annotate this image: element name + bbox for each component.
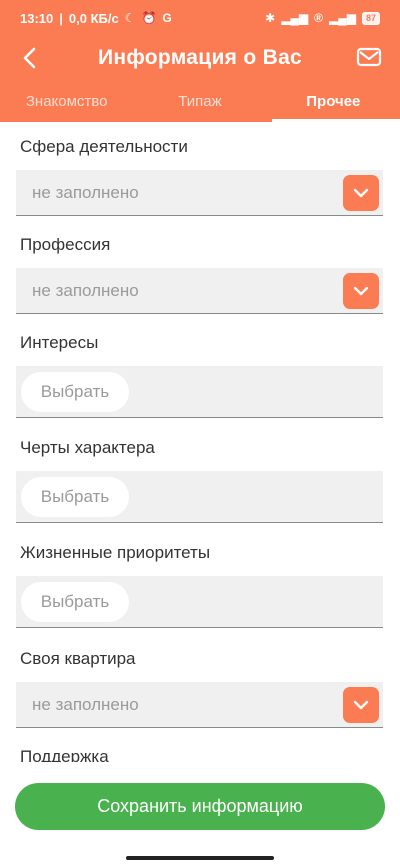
- priorities-field: Выбрать: [16, 576, 383, 628]
- tab-other[interactable]: Прочее: [267, 86, 400, 122]
- apartment-select[interactable]: не заполнено: [16, 682, 383, 728]
- profession-value: не заполнено: [32, 281, 139, 300]
- sphere-select[interactable]: не заполнено: [16, 170, 383, 216]
- chevron-down-icon: [353, 700, 369, 710]
- home-indicator[interactable]: [126, 856, 274, 860]
- profession-select[interactable]: не заполнено: [16, 268, 383, 314]
- page-title: Информация о Вас: [97, 46, 303, 69]
- bluetooth-icon: ✱: [265, 11, 276, 25]
- apartment-dropdown-button[interactable]: [343, 687, 379, 723]
- support-label: Поддержка: [20, 747, 109, 762]
- signal-icon-2: ▂▄▆: [329, 11, 356, 25]
- character-choose-button[interactable]: Выбрать: [21, 477, 129, 517]
- moon-icon: ☾: [124, 11, 136, 25]
- save-info-button[interactable]: Сохранить информацию: [15, 783, 385, 830]
- priorities-choose-button[interactable]: Выбрать: [21, 582, 129, 622]
- character-field: Выбрать: [16, 471, 383, 523]
- priorities-label: Жизненные приоритеты: [20, 543, 211, 562]
- interests-label: Интересы: [20, 333, 99, 352]
- battery-icon: 87: [361, 11, 380, 25]
- profession-label: Профессия: [20, 235, 111, 254]
- sphere-value: не заполнено: [32, 183, 139, 202]
- network-speed: 0,0 КБ/с: [68, 10, 119, 26]
- interests-field: Выбрать: [16, 366, 383, 418]
- status-divider: |: [59, 10, 63, 26]
- title-bar: Информация о Вас: [0, 36, 400, 80]
- apartment-value: не заполнено: [32, 695, 139, 714]
- apartment-label: Своя квартира: [20, 649, 136, 668]
- profession-dropdown-button[interactable]: [343, 273, 379, 309]
- tab-acquaintance[interactable]: Знакомство: [0, 86, 133, 122]
- signal-icon: ▂▄▆: [281, 11, 309, 25]
- character-label: Черты характера: [20, 438, 155, 457]
- bottom-bar: Сохранить информацию: [0, 766, 400, 866]
- registered-icon: ®: [314, 11, 324, 25]
- interests-choose-button[interactable]: Выбрать: [21, 372, 129, 412]
- sphere-dropdown-button[interactable]: [343, 175, 379, 211]
- g-icon: G: [162, 11, 172, 25]
- chevron-down-icon: [353, 286, 369, 296]
- chevron-left-icon: [23, 47, 36, 69]
- mail-button[interactable]: [356, 46, 384, 70]
- tab-bar: Знакомство Типаж Прочее: [0, 86, 400, 122]
- sphere-label: Сфера деятельности: [20, 137, 188, 156]
- alarm-icon: ⏰: [141, 11, 157, 25]
- chevron-down-icon: [353, 188, 369, 198]
- status-bar: 13:10 | 0,0 КБ/с ☾ ⏰ G ✱ ▂▄▆ ® ▂▄▆ 87: [0, 0, 400, 36]
- status-time: 13:10: [20, 10, 54, 26]
- tab-type[interactable]: Типаж: [133, 86, 266, 122]
- form-content[interactable]: Сфера деятельности не заполнено Професси…: [0, 122, 400, 762]
- app-header: 13:10 | 0,0 КБ/с ☾ ⏰ G ✱ ▂▄▆ ® ▂▄▆ 87 Ин…: [0, 0, 400, 122]
- back-button[interactable]: [14, 42, 44, 74]
- mail-icon: [356, 47, 382, 67]
